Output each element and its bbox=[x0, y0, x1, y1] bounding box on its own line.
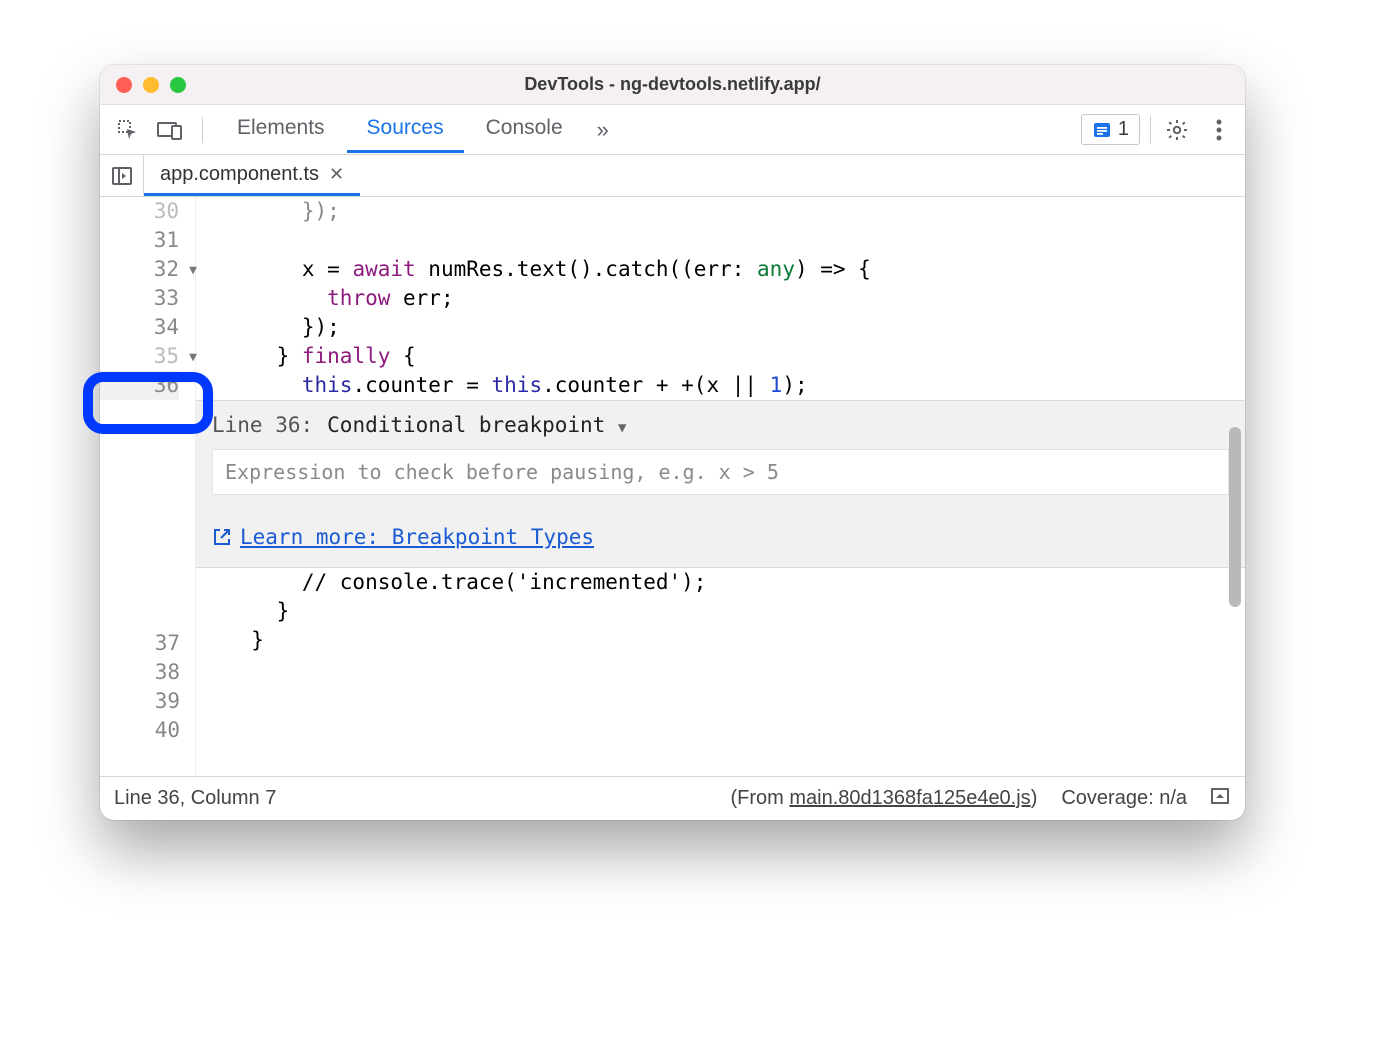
code-line bbox=[226, 655, 1245, 684]
line-number[interactable]: 38 bbox=[100, 658, 180, 687]
zoom-window-button[interactable] bbox=[170, 77, 186, 93]
traffic-lights bbox=[116, 77, 186, 93]
file-tab-app-component[interactable]: app.component.ts ✕ bbox=[144, 155, 360, 196]
inspect-element-icon[interactable] bbox=[110, 112, 146, 148]
code-line: } bbox=[226, 626, 1245, 655]
toolbar-divider-right bbox=[1150, 116, 1151, 144]
line-number[interactable]: 32 bbox=[100, 255, 179, 284]
navigator-toggle-icon[interactable] bbox=[100, 155, 144, 196]
breakpoint-line-label: Line 36: bbox=[212, 413, 313, 437]
code-content[interactable]: }); x = await numRes.text().catch((err: … bbox=[196, 197, 1245, 776]
source-mapped-from: (From main.80d1368fa125e4e0.js) bbox=[730, 787, 1037, 810]
breakpoint-editor-panel: Line 36: Conditional breakpoint ▼ Learn … bbox=[196, 400, 1245, 568]
breakpoint-learn-more: Learn more: Breakpoint Types bbox=[212, 525, 1229, 549]
line-number[interactable]: 40 bbox=[100, 716, 180, 745]
code-line bbox=[226, 226, 1245, 255]
line-number[interactable]: 34 bbox=[100, 313, 179, 342]
panel-tabs: Elements Sources Console » bbox=[217, 106, 1075, 153]
toolbar-divider bbox=[202, 117, 203, 143]
settings-icon[interactable] bbox=[1161, 114, 1193, 146]
issues-count: 1 bbox=[1118, 118, 1129, 141]
toolbar-right: 1 bbox=[1081, 114, 1235, 146]
source-map-link[interactable]: main.80d1368fa125e4e0.js bbox=[789, 787, 1030, 809]
line-number[interactable]: 35 bbox=[100, 342, 179, 371]
code-line: }); bbox=[226, 197, 1245, 226]
cursor-position: Line 36, Column 7 bbox=[114, 787, 276, 810]
line-number[interactable]: 37 bbox=[100, 629, 180, 658]
line-number-highlighted[interactable]: 36 bbox=[100, 371, 179, 400]
tab-elements[interactable]: Elements bbox=[217, 106, 345, 153]
device-toolbar-icon[interactable] bbox=[152, 112, 188, 148]
close-window-button[interactable] bbox=[116, 77, 132, 93]
code-editor[interactable]: 30 31 32 33 34 35 36 }); x = await numRe… bbox=[100, 197, 1245, 776]
line-number[interactable]: 39 bbox=[100, 687, 180, 716]
code-line: } bbox=[226, 597, 1245, 626]
tab-console[interactable]: Console bbox=[466, 106, 583, 153]
titlebar: DevTools - ng-devtools.netlify.app/ bbox=[100, 65, 1245, 105]
tab-sources[interactable]: Sources bbox=[347, 106, 464, 153]
vertical-scrollbar[interactable] bbox=[1229, 427, 1241, 607]
code-line: // console.trace('incremented'); bbox=[226, 568, 1245, 597]
code-line: } finally { bbox=[226, 342, 1245, 371]
line-number[interactable]: 31 bbox=[100, 226, 179, 255]
minimize-window-button[interactable] bbox=[143, 77, 159, 93]
window-title: DevTools - ng-devtools.netlify.app/ bbox=[100, 74, 1245, 95]
more-options-icon[interactable] bbox=[1203, 114, 1235, 146]
main-toolbar: Elements Sources Console » 1 bbox=[100, 105, 1245, 155]
code-line: x = await numRes.text().catch((err: any)… bbox=[226, 255, 1245, 284]
toggle-drawer-icon[interactable] bbox=[1209, 785, 1231, 813]
code-line: throw err; bbox=[226, 284, 1245, 313]
line-gutter-after[interactable]: 37 38 39 40 bbox=[100, 629, 196, 745]
file-tabs: app.component.ts ✕ bbox=[100, 155, 1245, 197]
breakpoint-type-dropdown[interactable]: Conditional breakpoint ▼ bbox=[327, 413, 626, 437]
coverage-status: Coverage: n/a bbox=[1061, 787, 1187, 810]
learn-more-link[interactable]: Learn more: Breakpoint Types bbox=[240, 525, 594, 549]
line-number[interactable]: 33 bbox=[100, 284, 179, 313]
issues-button[interactable]: 1 bbox=[1081, 114, 1140, 145]
external-link-icon bbox=[212, 527, 232, 547]
breakpoint-condition-input[interactable] bbox=[212, 449, 1229, 495]
breakpoint-header: Line 36: Conditional breakpoint ▼ bbox=[212, 413, 1229, 437]
tabs-overflow-button[interactable]: » bbox=[585, 117, 621, 143]
devtools-window: DevTools - ng-devtools.netlify.app/ Elem… bbox=[100, 65, 1245, 820]
code-line: this.counter = this.counter + +(x || 1); bbox=[226, 371, 1245, 400]
file-tab-label: app.component.ts bbox=[160, 163, 319, 186]
chevron-down-icon: ▼ bbox=[618, 420, 626, 436]
issues-icon bbox=[1092, 120, 1112, 140]
status-bar: Line 36, Column 7 (From main.80d1368fa12… bbox=[100, 776, 1245, 820]
line-number[interactable]: 30 bbox=[100, 197, 179, 226]
code-line: }); bbox=[226, 313, 1245, 342]
close-tab-icon[interactable]: ✕ bbox=[329, 164, 344, 185]
